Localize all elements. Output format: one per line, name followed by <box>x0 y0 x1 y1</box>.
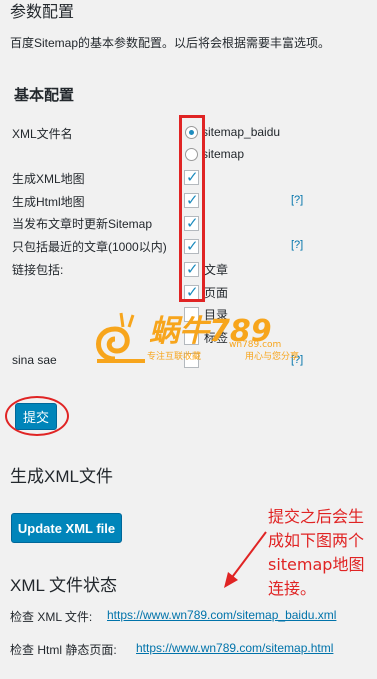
watermark-slogan-left: 专注互联收藏 <box>147 350 201 362</box>
basic-config-heading: 基本配置 <box>14 87 75 104</box>
xml-status-heading: XML 文件状态 <box>10 576 118 595</box>
radio-sitemap-label: sitemap <box>202 147 245 161</box>
highlight-rectangle <box>179 115 205 302</box>
gen-html-help-link[interactable]: [?] <box>291 194 303 206</box>
page-description: 百度Sitemap的基本参数配置。以后将会根据需要丰富选项。 <box>10 36 331 50</box>
annotation-note: 提交之后会生成如下图两个sitemap地图连接。 <box>268 507 365 598</box>
html-check-label: 检查 Html 静态页面: <box>10 643 117 657</box>
radio-sitemap-baidu-label: sitemap_baidu <box>202 125 281 139</box>
xml-sitemap-link[interactable]: https://www.wn789.com/sitemap_baidu.xml <box>107 608 336 622</box>
annotation-arrow-icon <box>224 531 267 588</box>
generate-xml-heading: 生成XML文件 <box>10 467 113 486</box>
page-title: 参数配置 <box>10 4 75 21</box>
recent-only-label: 只包括最近的文章(1000以内) <box>12 240 167 254</box>
links-include-label: 链接包括: <box>12 263 64 277</box>
gen-html-label: 生成Html地图 <box>12 195 85 209</box>
include-posts-label: 文章 <box>204 263 229 277</box>
recent-only-help-link[interactable]: [?] <box>291 239 303 251</box>
update-on-publish-label: 当发布文章时更新Sitemap <box>12 217 153 231</box>
include-pages-label: 页面 <box>204 286 229 300</box>
update-xml-button[interactable]: Update XML file <box>11 513 122 543</box>
xml-filename-label: XML文件名 <box>12 127 73 141</box>
submit-button[interactable]: 提交 <box>15 403 57 430</box>
watermark-domain: wn789.com <box>229 340 281 350</box>
xml-check-label: 检查 XML 文件: <box>10 610 93 624</box>
watermark-logo: 蜗牛789 wn789.com 专注互联收藏 用心与您分享 <box>96 312 299 363</box>
gen-xml-label: 生成XML地图 <box>12 172 85 186</box>
sina-sae-label: sina sae <box>12 353 57 367</box>
watermark-slogan-right: 用心与您分享 <box>245 350 299 362</box>
html-sitemap-link[interactable]: https://www.wn789.com/sitemap.html <box>136 641 333 655</box>
